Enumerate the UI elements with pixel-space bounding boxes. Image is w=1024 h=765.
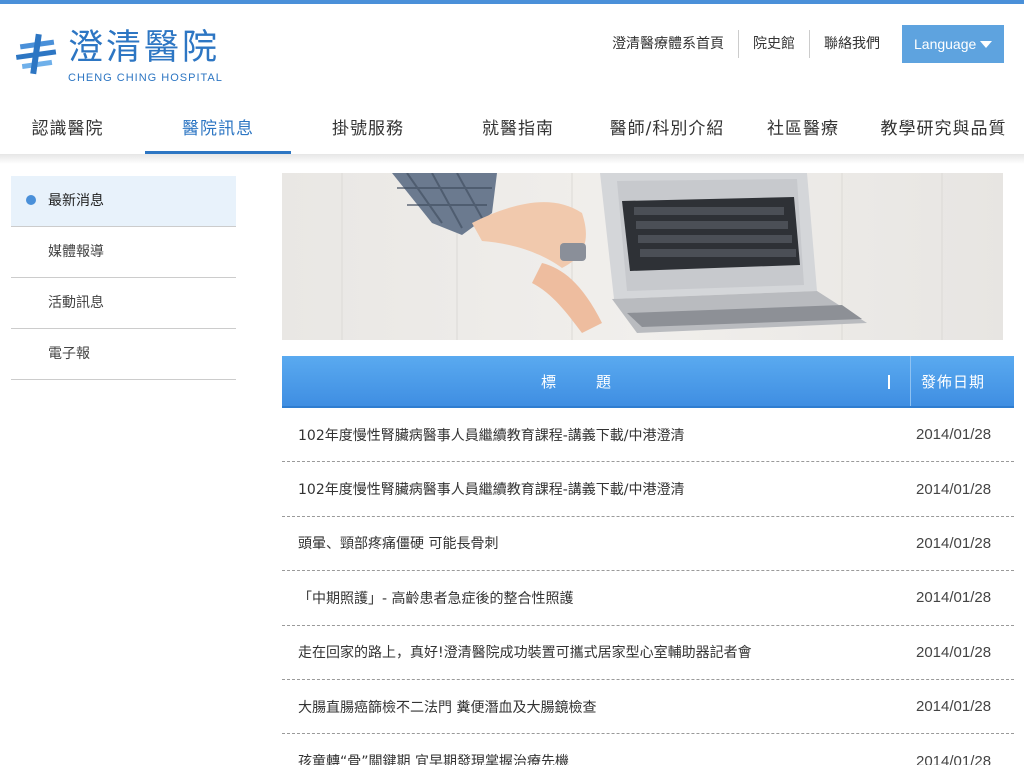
news-title-link[interactable]: 102年度慢性腎臟病醫事人員繼續教育課程-講義下載/中港澄清 xyxy=(282,425,906,445)
news-date: 2014/01/28 xyxy=(916,643,992,661)
news-date: 2014/01/28 xyxy=(916,534,992,552)
active-dot-icon xyxy=(26,195,36,205)
logo-cross-icon xyxy=(15,33,57,75)
column-header-title[interactable]: 標題 xyxy=(282,356,910,406)
chevron-down-icon xyxy=(980,41,992,48)
news-title-link[interactable]: 頭暈、頸部疼痛僵硬 可能長骨刺 xyxy=(282,533,906,553)
news-title-link[interactable]: 「中期照護」- 高齡患者急症後的整合性照護 xyxy=(282,588,906,608)
sidebar-item-label: 最新消息 xyxy=(48,193,104,209)
language-label: Language xyxy=(914,36,977,52)
sidebar-item-label: 活動訊息 xyxy=(48,295,104,311)
table-row[interactable]: 大腸直腸癌篩檢不二法門 糞便潛血及大腸鏡檢查 2014/01/28 xyxy=(282,680,1014,735)
main-navigation: 認識醫院 醫院訊息 掛號服務 就醫指南 醫師/科別介紹 社區醫療 教學研究與品質 xyxy=(0,104,1024,156)
news-title-link[interactable]: 大腸直腸癌篩檢不二法門 糞便潛血及大腸鏡檢查 xyxy=(282,697,906,717)
nav-about-hospital[interactable]: 認識醫院 xyxy=(0,104,135,154)
news-table: 標題 發佈日期 102年度慢性腎臟病醫事人員繼續教育課程-講義下載/中港澄清 2… xyxy=(282,356,1014,765)
logo-english-name: CHENG CHING HOSPITAL xyxy=(68,72,223,84)
table-row[interactable]: 走在回家的路上，真好!澄清醫院成功裝置可攜式居家型心室輔助器記者會 2014/0… xyxy=(282,626,1014,680)
sidebar-item-media-reports[interactable]: 媒體報導 xyxy=(11,227,236,278)
nav-divider-shadow xyxy=(0,154,1024,164)
top-accent-line xyxy=(0,0,1024,4)
news-date: 2014/01/28 xyxy=(916,480,992,498)
table-row[interactable]: 102年度慢性腎臟病醫事人員繼續教育課程-講義下載/中港澄清 2014/01/2… xyxy=(282,408,1014,463)
sidebar-menu: 最新消息 媒體報導 活動訊息 電子報 xyxy=(11,176,236,380)
link-system-home[interactable]: 澄清醫療體系首頁 xyxy=(598,30,738,58)
link-contact-us[interactable]: 聯絡我們 xyxy=(809,30,894,58)
table-row[interactable]: 孩童轉“骨”關鍵期 宜早期發現掌握治療先機 2014/01/28 xyxy=(282,734,1014,765)
link-history-museum[interactable]: 院史館 xyxy=(738,30,809,58)
news-date: 2014/01/28 xyxy=(916,426,992,444)
nav-medical-guide[interactable]: 就醫指南 xyxy=(445,104,591,154)
language-dropdown[interactable]: Language xyxy=(902,25,1004,63)
table-row[interactable]: 102年度慢性腎臟病醫事人員繼續教育課程-講義下載/中港澄清 2014/01/2… xyxy=(282,462,1014,517)
header-separator xyxy=(888,375,890,389)
sidebar-item-latest-news[interactable]: 最新消息 xyxy=(11,176,236,227)
sidebar-item-events[interactable]: 活動訊息 xyxy=(11,278,236,329)
news-date: 2014/01/28 xyxy=(916,589,992,607)
news-date: 2014/01/28 xyxy=(916,698,992,716)
news-date: 2014/01/28 xyxy=(916,752,992,765)
news-banner-image xyxy=(282,173,1003,340)
news-title-link[interactable]: 走在回家的路上，真好!澄清醫院成功裝置可攜式居家型心室輔助器記者會 xyxy=(282,642,906,662)
banner-laptop-illustration xyxy=(341,173,943,340)
table-row[interactable]: 「中期照護」- 高齡患者急症後的整合性照護 2014/01/28 xyxy=(282,571,1014,626)
news-title-link[interactable]: 102年度慢性腎臟病醫事人員繼續教育課程-講義下載/中港澄清 xyxy=(282,479,906,499)
nav-hospital-news[interactable]: 醫院訊息 xyxy=(145,104,291,154)
nav-registration[interactable]: 掛號服務 xyxy=(291,104,445,154)
column-header-date[interactable]: 發佈日期 xyxy=(910,356,1014,406)
nav-doctors-departments[interactable]: 醫師/科別介紹 xyxy=(591,104,743,154)
sidebar-item-newsletter[interactable]: 電子報 xyxy=(11,329,236,380)
top-utility-links: 澄清醫療體系首頁 院史館 聯絡我們 Language xyxy=(598,25,1004,63)
hospital-logo[interactable]: 澄清醫院 CHENG CHING HOSPITAL xyxy=(14,26,224,90)
nav-community-care[interactable]: 社區醫療 xyxy=(743,104,863,154)
sidebar-item-label: 媒體報導 xyxy=(48,244,104,260)
news-title-link[interactable]: 孩童轉“骨”關鍵期 宜早期發現掌握治療先機 xyxy=(282,751,906,765)
logo-chinese-name: 澄清醫院 xyxy=(68,28,221,68)
nav-teaching-research[interactable]: 教學研究與品質 xyxy=(863,104,1024,154)
table-row[interactable]: 頭暈、頸部疼痛僵硬 可能長骨刺 2014/01/28 xyxy=(282,517,1014,572)
table-header: 標題 發佈日期 xyxy=(282,356,1014,408)
sidebar-item-label: 電子報 xyxy=(48,346,90,362)
